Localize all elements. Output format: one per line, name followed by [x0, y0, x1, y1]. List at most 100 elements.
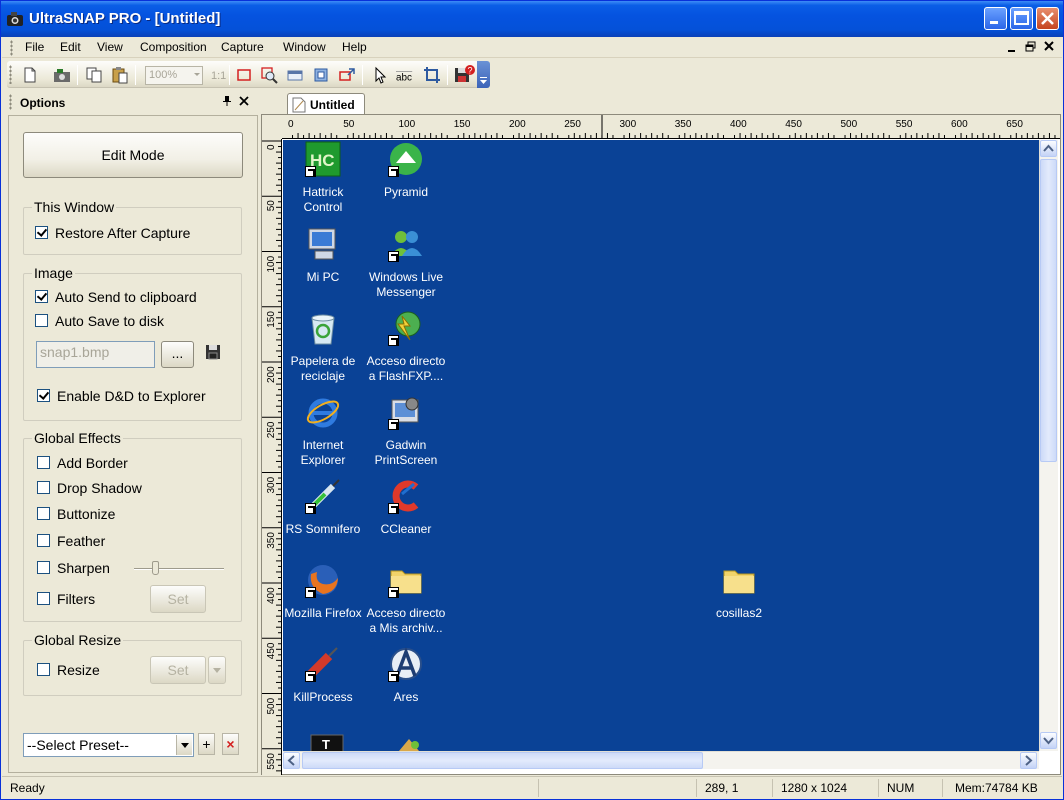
close-button[interactable] [1036, 7, 1059, 30]
camera-app-icon[interactable] [6, 10, 24, 28]
menu-window[interactable]: Window [283, 40, 326, 54]
checkbox-unchecked[interactable] [37, 534, 50, 547]
feather-checkbox[interactable]: Feather [37, 533, 105, 551]
zoom-select[interactable]: 100% [145, 66, 203, 85]
menu-capture[interactable]: Capture [221, 40, 264, 54]
checkbox-unchecked[interactable] [37, 561, 50, 574]
maximize-button[interactable] [1010, 7, 1033, 30]
horizontal-ruler[interactable]: 0 50 100 150 200 250 300 350 400 450 500 550 600 650 [282, 115, 1060, 139]
enable-dnd-checkbox[interactable]: Enable D&D to Explorer [37, 388, 206, 406]
delete-preset-button[interactable]: × [222, 733, 239, 755]
edit-mode-button[interactable]: Edit Mode [23, 132, 243, 178]
tab-untitled[interactable]: Untitled [287, 93, 365, 115]
desktop-icon-rs-somnifero[interactable]: RS Somnifero [283, 478, 364, 537]
desktop-icon-recycle-bin[interactable]: Papelera de reciclaje [283, 310, 364, 384]
desktop-icon-cosillas2[interactable]: cosillas2 [698, 562, 780, 621]
toolbar-separator [77, 65, 78, 85]
region-icon[interactable] [286, 66, 304, 84]
horizontal-scrollbar[interactable] [283, 751, 1039, 769]
desktop-icon-killprocess[interactable]: KillProcess [283, 646, 364, 705]
partial-desktop-icon [399, 739, 419, 751]
crop-icon[interactable] [423, 66, 441, 84]
pin-icon[interactable] [221, 95, 233, 107]
title-bar[interactable]: UltraSNAP PRO - [Untitled] [1, 1, 1063, 37]
menu-composition[interactable]: Composition [140, 40, 207, 54]
resize-dropdown-button[interactable] [208, 656, 226, 684]
auto-save-disk-checkbox[interactable]: Auto Save to disk [35, 313, 164, 331]
vertical-scroll-thumb[interactable] [1040, 159, 1057, 462]
new-icon[interactable] [21, 66, 39, 84]
text-tool-icon[interactable]: abc [396, 66, 414, 84]
paste-icon[interactable] [111, 66, 129, 84]
desktop-icon-mis-archivos[interactable]: Acceso directo a Mis archiv... [365, 562, 447, 636]
desktop-icon-ares[interactable]: Ares [365, 646, 447, 705]
resize-checkbox[interactable]: Resize [37, 662, 100, 680]
resize-set-button[interactable]: Set [150, 656, 206, 684]
ratio-button[interactable]: 1:1 [211, 70, 226, 82]
scroll-up-button[interactable] [1040, 140, 1057, 157]
window-capture-icon[interactable] [338, 66, 356, 84]
horizontal-scroll-thumb[interactable] [302, 752, 703, 769]
checkbox-unchecked[interactable] [37, 456, 50, 469]
menu-file[interactable]: File [25, 40, 44, 54]
options-grip[interactable] [9, 94, 12, 110]
checkbox-checked[interactable] [35, 226, 48, 239]
desktop-icon-hattrick[interactable]: HC Hattrick Control [283, 141, 364, 215]
close-icon[interactable] [238, 95, 250, 107]
menu-edit[interactable]: Edit [60, 40, 81, 54]
minimize-button[interactable] [984, 7, 1007, 30]
buttonize-checkbox[interactable]: Buttonize [37, 506, 115, 524]
save-icon[interactable] [205, 344, 221, 360]
sharpen-checkbox[interactable]: Sharpen [37, 560, 110, 578]
copy-icon[interactable] [85, 66, 103, 84]
capture-canvas[interactable]: HC Hattrick Control Pyramid Mi PC Window… [283, 140, 1039, 751]
checkbox-checked[interactable] [35, 290, 48, 303]
scroll-left-button[interactable] [283, 752, 300, 769]
desktop-icon-gadwin[interactable]: Gadwin PrintScreen [365, 394, 447, 468]
menubar-grip[interactable] [10, 40, 13, 56]
desktop-icon-mi-pc[interactable]: Mi PC [283, 226, 364, 285]
filters-checkbox[interactable]: Filters [37, 591, 95, 609]
desktop-icon-firefox[interactable]: Mozilla Firefox [283, 562, 364, 621]
toolbar-grip[interactable] [9, 65, 12, 84]
desktop-icon-flashfxp[interactable]: Acceso directo a FlashFXP.... [365, 310, 447, 384]
sharpen-slider-thumb[interactable] [152, 561, 159, 575]
auto-send-clipboard-checkbox[interactable]: Auto Send to clipboard [35, 289, 197, 307]
desktop-icon-internet-explorer[interactable]: Internet Explorer [283, 394, 364, 468]
magnify-select-icon[interactable] [260, 66, 278, 84]
menu-view[interactable]: View [97, 40, 123, 54]
mdi-close-icon[interactable] [1044, 41, 1055, 52]
object-icon[interactable] [312, 66, 330, 84]
mdi-minimize-icon[interactable] [1007, 43, 1017, 53]
drop-shadow-checkbox[interactable]: Drop Shadow [37, 480, 142, 498]
toolbar-overflow-button[interactable] [477, 61, 490, 88]
add-border-checkbox[interactable]: Add Border [37, 455, 128, 473]
vertical-scrollbar[interactable] [1039, 140, 1058, 751]
add-preset-button[interactable]: + [198, 733, 215, 755]
desktop-icon-ccleaner[interactable]: CCleaner [365, 478, 447, 537]
sharpen-slider-track[interactable] [134, 568, 224, 570]
ruler-label: 150 [266, 311, 277, 328]
rect-select-icon[interactable] [235, 66, 253, 84]
checkbox-unchecked[interactable] [37, 592, 50, 605]
checkbox-unchecked[interactable] [35, 314, 48, 327]
pointer-icon[interactable] [371, 66, 389, 84]
browse-button[interactable]: ... [161, 341, 194, 368]
desktop-icon-pyramid[interactable]: Pyramid [365, 141, 447, 200]
scroll-right-button[interactable] [1020, 752, 1037, 769]
vertical-ruler[interactable]: 0 50 100 150 200 250 300 350 400 450 500 550 [262, 139, 282, 775]
mdi-restore-icon[interactable] [1025, 41, 1036, 52]
menu-help[interactable]: Help [342, 40, 367, 54]
checkbox-unchecked[interactable] [37, 507, 50, 520]
checkbox-checked[interactable] [37, 389, 50, 402]
filters-set-button[interactable]: Set [150, 585, 206, 613]
restore-after-capture-checkbox[interactable]: Restore After Capture [35, 225, 190, 243]
filename-field[interactable]: snap1.bmp [36, 341, 155, 368]
preset-select[interactable]: --Select Preset-- [23, 733, 194, 757]
capture-icon[interactable] [53, 66, 71, 84]
ruler-label: 400 [730, 119, 747, 130]
scroll-down-button[interactable] [1040, 732, 1057, 749]
checkbox-unchecked[interactable] [37, 663, 50, 676]
desktop-icon-messenger[interactable]: Windows Live Messenger [365, 226, 447, 300]
checkbox-unchecked[interactable] [37, 481, 50, 494]
